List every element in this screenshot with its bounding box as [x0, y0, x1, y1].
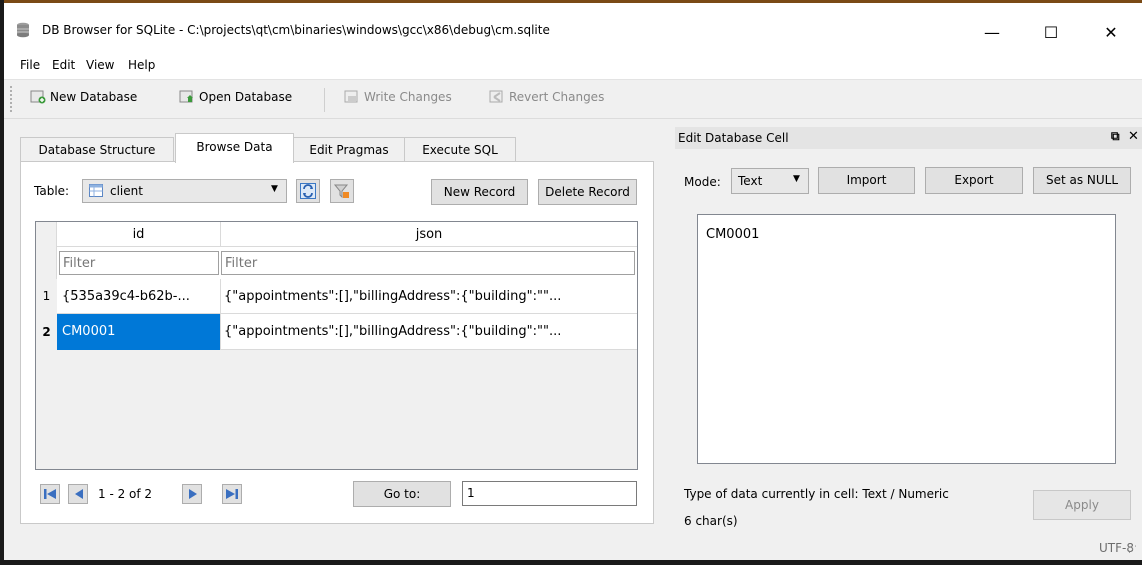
table-icon — [89, 184, 103, 197]
close-button[interactable]: ✕ — [1088, 19, 1134, 47]
undock-icon[interactable]: ⧉ — [1111, 129, 1120, 144]
new-database-label: New Database — [50, 90, 138, 104]
go-to-input[interactable]: 1 — [462, 481, 637, 506]
first-page-button[interactable] — [40, 484, 60, 504]
refresh-button[interactable] — [296, 179, 320, 203]
mode-select[interactable]: Text ▼ — [731, 168, 809, 194]
dock-close-icon[interactable]: ✕ — [1128, 129, 1139, 144]
menu-bar: File Edit View Help — [4, 55, 1142, 79]
pager-text: 1 - 2 of 2 — [98, 487, 153, 501]
column-header-id[interactable]: id — [57, 222, 221, 247]
tab-browse-data[interactable]: Browse Data — [175, 133, 294, 163]
table-label: Table: — [34, 184, 70, 198]
table-cell-json[interactable]: {"appointments":[],"billingAddress":{"bu… — [221, 314, 637, 350]
menu-edit[interactable]: Edit — [52, 58, 75, 72]
window-title: DB Browser for SQLite - C:\projects\qt\c… — [42, 23, 550, 37]
clear-filters-button[interactable] — [330, 179, 354, 203]
new-database-icon — [30, 90, 46, 104]
table-cell-id-selected[interactable]: CM0001 — [57, 314, 221, 350]
cell-size-info: 6 char(s) — [684, 514, 738, 528]
tab-execute-sql[interactable]: Execute SQL — [404, 137, 516, 162]
refresh-icon — [300, 183, 316, 199]
mode-label: Mode: — [684, 175, 721, 189]
menu-view[interactable]: View — [86, 58, 114, 72]
revert-changes-label: Revert Changes — [509, 90, 605, 104]
next-page-icon — [186, 487, 200, 504]
row-number[interactable]: 2 — [36, 314, 57, 350]
tab-database-structure[interactable]: Database Structure — [20, 137, 174, 162]
cell-editor-textarea[interactable]: CM0001 — [697, 214, 1116, 464]
table-select-value: client — [110, 184, 143, 198]
minimize-button[interactable]: — — [969, 19, 1015, 47]
filter-input-json[interactable] — [221, 251, 635, 275]
menu-file[interactable]: File — [20, 58, 40, 72]
toolbar: New Database Open Database Write Changes… — [4, 79, 1142, 119]
next-page-button[interactable] — [182, 484, 202, 504]
delete-record-button[interactable]: Delete Record — [538, 179, 637, 205]
filter-input-id[interactable] — [59, 251, 219, 275]
menu-help[interactable]: Help — [128, 58, 155, 72]
filter-cell-json — [221, 247, 637, 279]
export-button[interactable]: Export — [925, 167, 1023, 194]
table-select[interactable]: client ▼ — [82, 179, 287, 203]
cell-editor-content: CM0001 — [706, 227, 760, 242]
window-frame-left — [0, 0, 4, 565]
cell-type-info: Type of data currently in cell: Text / N… — [684, 487, 949, 501]
toolbar-separator — [324, 88, 325, 112]
toolbar-grip — [10, 86, 15, 112]
chevron-down-icon: ▼ — [793, 174, 800, 184]
open-database-icon — [179, 90, 195, 104]
write-changes-button[interactable]: Write Changes — [344, 90, 452, 104]
previous-page-button[interactable] — [68, 484, 88, 504]
write-changes-icon — [344, 90, 360, 104]
table-cell-json[interactable]: {"appointments":[],"billingAddress":{"bu… — [221, 279, 637, 314]
window-frame-bottom — [0, 560, 1142, 565]
chevron-down-icon: ▼ — [271, 184, 278, 194]
edit-cell-dock-title: Edit Database Cell ⧉ ✕ — [675, 127, 1142, 149]
table-cell-id[interactable]: {535a39c4-b62b-... — [57, 279, 221, 314]
set-as-null-button[interactable]: Set as NULL — [1033, 167, 1131, 194]
first-page-icon — [43, 487, 57, 504]
column-header-json[interactable]: json — [221, 222, 637, 247]
write-changes-label: Write Changes — [364, 90, 452, 104]
app-db-icon — [16, 22, 30, 38]
grid-corner — [36, 222, 57, 279]
last-page-button[interactable] — [222, 484, 242, 504]
open-database-button[interactable]: Open Database — [179, 90, 292, 104]
go-to-button[interactable]: Go to: — [353, 481, 451, 507]
edit-cell-title: Edit Database Cell — [678, 131, 789, 145]
apply-button[interactable]: Apply — [1033, 490, 1131, 520]
revert-changes-icon — [489, 90, 505, 104]
new-record-button[interactable]: New Record — [431, 179, 528, 205]
last-page-icon — [225, 487, 239, 504]
grid-empty-area — [57, 350, 637, 469]
filter-clear-icon — [333, 183, 350, 199]
previous-page-icon — [72, 487, 86, 504]
row-number[interactable]: 1 — [36, 279, 57, 314]
title-bar: DB Browser for SQLite - C:\projects\qt\c… — [4, 3, 1142, 55]
open-database-label: Open Database — [199, 90, 293, 104]
tab-edit-pragmas[interactable]: Edit Pragmas — [293, 137, 405, 162]
revert-changes-button[interactable]: Revert Changes — [489, 90, 604, 104]
mode-select-value: Text — [738, 174, 763, 188]
data-grid[interactable]: id json 1 {535a39c4-b62b-... {"appointme… — [35, 221, 638, 470]
import-button[interactable]: Import — [818, 167, 915, 194]
new-database-button[interactable]: New Database — [30, 90, 137, 104]
filter-cell-id — [57, 247, 221, 279]
resize-grip-icon[interactable]: ⋰ — [1128, 545, 1137, 555]
maximize-button[interactable]: ☐ — [1028, 19, 1074, 47]
